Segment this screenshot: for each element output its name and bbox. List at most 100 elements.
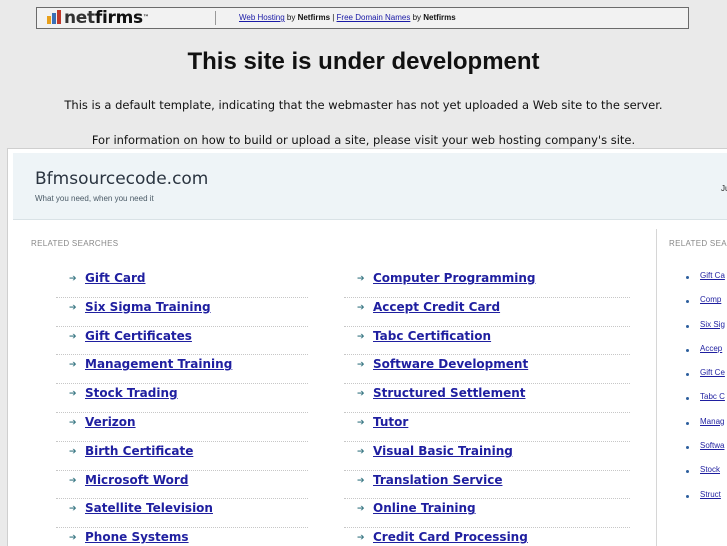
netfirms-brand-1: Netfirms [297,13,331,22]
related-search-link[interactable]: Accept Credit Card [373,300,500,314]
sidebar-search-link[interactable]: Tabc C [700,392,725,401]
sidebar-search-link[interactable]: Stock [700,465,720,474]
right-links-list: ➔ Computer Programming ➔ Accept Credit Card… [344,269,630,546]
arrow-icon: ➔ [69,417,77,428]
header-date-partial: Ju [721,184,727,193]
sidebar-search-link[interactable]: Struct [700,490,721,499]
bullet-icon [686,324,689,328]
related-search-link[interactable]: Stock Trading [85,386,178,400]
related-link-item: ➔ Translation Service [344,471,630,500]
default-template-message: This is a default template, indicating t… [64,98,663,112]
related-search-link[interactable]: Visual Basic Training [373,444,513,458]
bullet-icon [686,276,689,279]
related-link-item: ➔ Satellite Television [56,499,308,529]
related-link-item: ➔ Birth Certificate [56,442,308,471]
arrow-icon: ➔ [69,360,77,371]
parked-page-header: Bfmsourcecode.com What you need, when yo… [13,153,727,220]
sidebar-search-link[interactable]: Comp [700,295,721,304]
site-tagline: What you need, when you need it [35,194,154,203]
parked-page-frame: Bfmsourcecode.com What you need, when yo… [7,148,727,546]
related-link-item: ➔ Software Development [344,355,630,385]
sidebar-search-link[interactable]: Gift Ce [700,368,725,377]
bullet-icon [686,397,689,401]
column-divider [656,229,657,546]
related-search-link[interactable]: Gift Card [85,271,146,285]
arrow-icon: ➔ [69,274,77,284]
banner-links: Web Hosting by Netfirms | Free Domain Na… [239,13,456,22]
related-link-item: ➔ Tutor [344,413,630,442]
left-links-list: ➔ Gift Card ➔ Six Sigma Training ➔ Gift Certi… [56,269,308,546]
related-search-link[interactable]: Microsoft Word [85,473,188,487]
arrow-icon: ➔ [357,360,365,371]
related-search-link[interactable]: Computer Programming [373,271,535,285]
arrow-icon: ➔ [69,504,77,515]
related-search-link[interactable]: Six Sigma Training [85,300,211,314]
logo-net-text: net [64,8,95,28]
related-search-link[interactable]: Online Training [373,501,476,515]
related-link-item: ➔ Verizon [56,413,308,442]
arrow-icon: ➔ [357,274,365,284]
arrow-icon: ➔ [357,533,365,544]
sidebar-search-link[interactable]: Gift Ca [700,271,725,280]
bullet-icon [686,421,689,425]
related-link-item: ➔ Gift Card [56,269,308,298]
free-domain-names-link[interactable]: Free Domain Names [337,13,411,22]
arrow-icon: ➔ [357,331,365,342]
by-text-1: by [284,13,298,22]
related-searches-main: RELATED SEARCHES ➔ Gift Card ➔ Six Sigma Tr… [13,229,653,546]
by-text-2: by [410,13,424,22]
related-link-item: ➔ Stock Trading [56,384,308,413]
sidebar-search-link[interactable]: Accep [700,344,722,353]
related-searches-sidebar: RELATED SEA Gift Ca Comp Six Sig Accep Gift … [663,229,727,546]
related-link-item: ➔ Credit Card Processing [344,528,630,546]
sidebar-search-link[interactable]: Softwa [700,441,724,450]
arrow-icon: ➔ [357,417,365,428]
related-link-item: ➔ Six Sigma Training [56,298,308,327]
related-search-link[interactable]: Software Development [373,357,528,371]
netfirms-banner: netfirms™ Web Hosting by Netfirms | Free… [36,7,689,29]
related-search-link[interactable]: Satellite Television [85,501,213,515]
logo-firms-text: firms [94,8,143,28]
arrow-icon: ➔ [69,331,77,342]
related-link-item: ➔ Accept Credit Card [344,298,630,327]
related-link-item: ➔ Online Training [344,499,630,529]
hosting-info-message: For information on how to build or uploa… [91,133,636,147]
sidebar-search-link[interactable]: Manag [700,417,724,426]
arrow-icon: ➔ [357,302,365,313]
bullet-icon [686,300,689,304]
site-title: Bfmsourcecode.com [35,169,209,189]
related-search-link[interactable]: Birth Certificate [85,444,193,458]
sidebar-search-link[interactable]: Six Sig [700,320,725,329]
bullet-icon [686,494,689,498]
bullet-icon [686,373,689,377]
related-search-link[interactable]: Translation Service [373,473,502,487]
arrow-icon: ➔ [357,475,365,486]
netfirms-logo-icon [47,10,61,24]
related-search-link[interactable]: Phone Systems [85,530,189,544]
related-search-link[interactable]: Tutor [373,415,408,429]
banner-separator [215,11,216,25]
related-search-link[interactable]: Management Training [85,357,232,371]
bullet-icon [686,348,689,352]
related-search-link[interactable]: Verizon [85,415,136,429]
related-link-item: ➔ Gift Certificates [56,327,308,356]
bullet-icon [686,446,689,450]
sidebar-related-label: RELATED SEA [669,239,727,248]
arrow-icon: ➔ [69,446,77,457]
arrow-icon: ➔ [357,504,365,515]
arrow-icon: ➔ [69,475,77,486]
web-hosting-link[interactable]: Web Hosting [239,13,285,22]
arrow-icon: ➔ [69,302,77,313]
arrow-icon: ➔ [357,446,365,457]
related-link-item: ➔ Phone Systems [56,528,308,546]
related-search-link[interactable]: Gift Certificates [85,329,192,343]
arrow-icon: ➔ [69,533,77,544]
netfirms-logo[interactable]: netfirms™ [47,9,149,27]
page-heading: This site is under development [187,48,540,75]
related-search-link[interactable]: Tabc Certification [373,329,491,343]
arrow-icon: ➔ [357,389,365,400]
related-link-item: ➔ Tabc Certification [344,327,630,356]
related-search-link[interactable]: Structured Settlement [373,386,525,400]
related-search-link[interactable]: Credit Card Processing [373,530,528,544]
bullet-icon [686,470,689,474]
